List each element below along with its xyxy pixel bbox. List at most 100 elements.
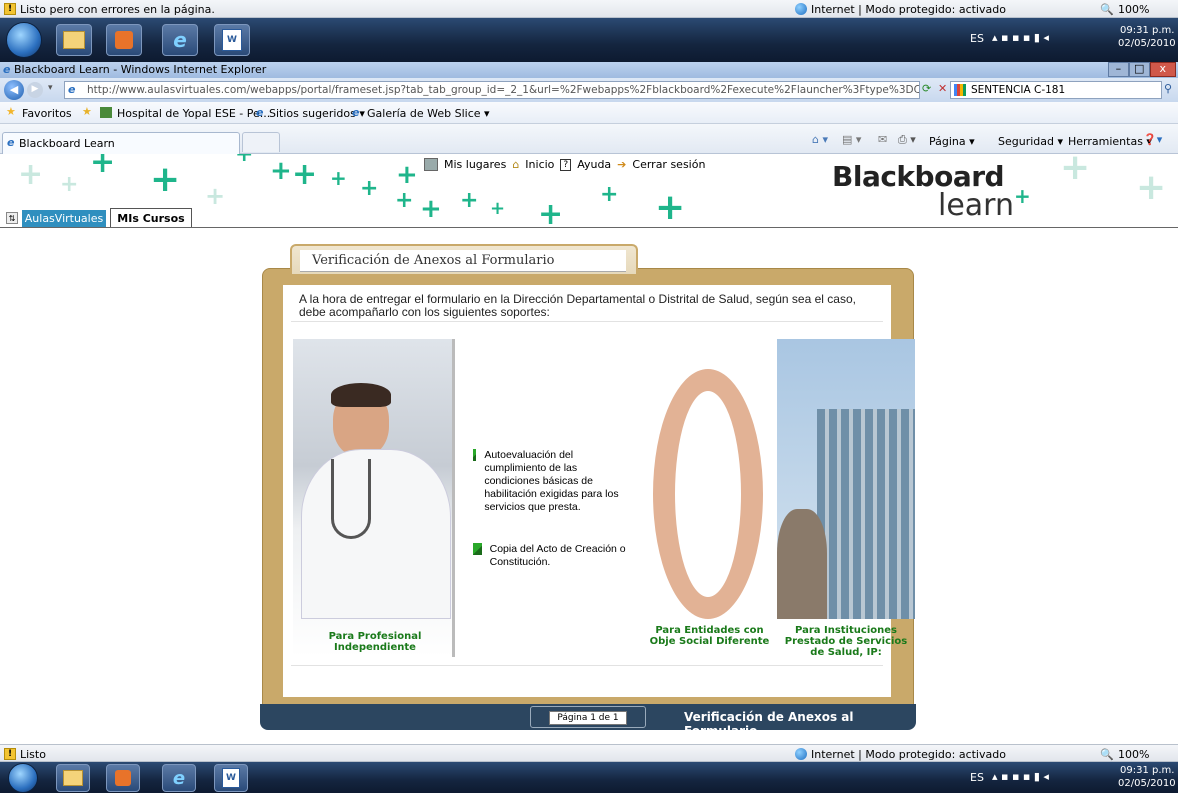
favorites-button[interactable]: Favoritos: [22, 107, 72, 120]
status-text: Listo pero con errores en la página.: [20, 3, 215, 16]
tab-mis-cursos[interactable]: MIs Cursos: [110, 208, 192, 228]
warning-icon[interactable]: !: [4, 3, 16, 15]
search-provider-icon: [954, 84, 966, 96]
favorite-link-suggested[interactable]: Sitios sugeridos ▾: [269, 107, 365, 120]
tab-aulas-virtuales[interactable]: AulasVirtuales: [22, 210, 106, 228]
lesson-title: Verificación de Anexos al Formulario: [312, 253, 555, 268]
zoom-level[interactable]: 100%: [1118, 3, 1149, 16]
ie-icon: e: [173, 28, 187, 52]
doctor-photo: [293, 339, 455, 657]
minimize-button[interactable]: –: [1108, 62, 1129, 77]
clock-date[interactable]: 02/05/2010: [1118, 778, 1176, 789]
search-input[interactable]: SENTENCIA C-181: [971, 84, 1065, 96]
home-link-icon: ⌂: [512, 158, 520, 171]
status-text: Listo: [20, 748, 46, 761]
folder-icon: [63, 770, 83, 786]
bullet-item-2: Copia del Acto de Creación o Constitució…: [473, 543, 633, 569]
menu-herramientas[interactable]: Herramientas ▾: [1068, 135, 1152, 148]
ie-button[interactable]: e: [162, 24, 198, 56]
language-indicator[interactable]: ES: [970, 771, 984, 784]
zoom-icon[interactable]: 🔍: [1100, 3, 1114, 16]
tab-mis-cursos-label: MIs Cursos: [117, 212, 185, 225]
favorite-link-hospital[interactable]: Hospital de Yopal ESE - Pe...: [117, 107, 270, 120]
menu-pagina[interactable]: Página ▾: [929, 135, 975, 148]
back-button[interactable]: ◀: [4, 80, 24, 100]
new-tab-button[interactable]: [242, 132, 280, 152]
recent-pages-icon[interactable]: ▾: [48, 83, 53, 93]
link-mis-lugares[interactable]: Mis lugares: [444, 158, 506, 171]
tab-bar: e Blackboard Learn ⌂ ▾ ▤ ▾ ✉ ⎙ ▾ Página …: [0, 124, 1178, 154]
search-box[interactable]: SENTENCIA C-181: [950, 81, 1162, 99]
pager-frame: Página 1 de 1: [530, 706, 646, 728]
zone-text: Internet | Modo protegido: activado: [811, 3, 1006, 16]
bb-header: + + + + + + + + + + + + + + + + + + + + …: [0, 154, 1178, 228]
folder-icon: [63, 31, 85, 49]
zoom-icon[interactable]: 🔍: [1100, 748, 1114, 761]
tree-shape: [777, 509, 827, 619]
close-button[interactable]: x: [1149, 62, 1176, 77]
ie-button[interactable]: e: [162, 764, 196, 792]
hands-ring: [653, 369, 763, 619]
zoom-level[interactable]: 100%: [1118, 748, 1149, 761]
word-button[interactable]: W: [214, 24, 250, 56]
ie-icon: e: [172, 767, 186, 789]
feeds-icon[interactable]: ▤ ▾: [842, 133, 861, 146]
help-icon[interactable]: ❓▾: [1143, 133, 1162, 146]
ie-small-icon: e: [3, 63, 11, 76]
word-button[interactable]: W: [214, 764, 248, 792]
footer-title: Verificación de Anexos al Formulario: [684, 710, 854, 738]
window-controls: – □ x: [1108, 62, 1176, 77]
tray-icons[interactable]: ▴ ▪ ▪ ▪ ▮ ◂: [992, 770, 1049, 783]
start-button[interactable]: [6, 22, 42, 58]
stop-icon[interactable]: ✕: [938, 82, 947, 95]
tab-blackboard[interactable]: e Blackboard Learn: [2, 132, 240, 154]
zone-text: Internet | Modo protegido: activado: [811, 748, 1006, 761]
link-cerrar-sesion[interactable]: Cerrar sesión: [632, 158, 705, 171]
print-icon[interactable]: ⎙ ▾: [898, 133, 916, 147]
building-photo: [777, 339, 915, 619]
media-button[interactable]: [106, 764, 140, 792]
maximize-button[interactable]: □: [1128, 62, 1150, 77]
address-bar[interactable]: e http://www.aulasvirtuales.com/webapps/…: [64, 81, 920, 99]
clock-date[interactable]: 02/05/2010: [1118, 38, 1176, 49]
brand-plus-icon: +: [1014, 184, 1031, 208]
add-favorite-icon[interactable]: ★: [82, 105, 92, 118]
help-link-icon: ?: [560, 158, 572, 171]
start-button[interactable]: [8, 763, 38, 793]
clock-time[interactable]: 09:31 p.m.: [1120, 25, 1174, 36]
pager-button[interactable]: Página 1 de 1: [549, 711, 627, 725]
link-ayuda[interactable]: Ayuda: [577, 158, 611, 171]
window-title: Blackboard Learn - Windows Internet Expl…: [14, 63, 267, 76]
refresh-icon[interactable]: ⟳: [922, 82, 931, 95]
search-icon[interactable]: ⚲: [1164, 82, 1172, 95]
doctor-hair: [331, 383, 391, 407]
play-icon: [115, 770, 131, 786]
explorer-button[interactable]: [56, 764, 90, 792]
expand-icon[interactable]: ⇅: [6, 212, 18, 224]
doctor-coat: [301, 449, 451, 619]
caption-profesional: Para Profesional Independiente: [328, 631, 422, 653]
taskbar-top: e W ES ▴ ▪ ▪ ▪ ▮ ◂ 09:31 p.m. 02/05/2010: [0, 18, 1178, 62]
home-icon[interactable]: ⌂ ▾: [812, 133, 828, 146]
explorer-button[interactable]: [56, 24, 92, 56]
media-button[interactable]: [106, 24, 142, 56]
content-divider: [291, 665, 883, 666]
mail-icon[interactable]: ✉: [878, 133, 887, 146]
warning-icon[interactable]: !: [4, 748, 16, 760]
language-indicator[interactable]: ES: [970, 32, 984, 45]
globe-icon: [795, 748, 807, 760]
brand-learn: learn: [938, 188, 1014, 223]
play-icon: [115, 31, 133, 49]
places-icon: [424, 158, 438, 171]
forward-button[interactable]: ▶: [27, 82, 43, 98]
top-status-bar: ! Listo pero con errores en la página. I…: [0, 0, 1178, 18]
menu-seguridad[interactable]: Seguridad ▾: [998, 135, 1063, 148]
address-url[interactable]: http://www.aulasvirtuales.com/webapps/po…: [87, 84, 919, 96]
favorite-link-webslice[interactable]: Galería de Web Slice ▾: [367, 107, 490, 120]
tray-icons[interactable]: ▴ ▪ ▪ ▪ ▮ ◂: [992, 31, 1049, 44]
page-icon: e: [68, 83, 76, 96]
link-inicio[interactable]: Inicio: [525, 158, 554, 171]
bullet-icon: [473, 543, 482, 555]
lesson-footer: Página 1 de 1 Verificación de Anexos al …: [260, 704, 916, 738]
clock-time[interactable]: 09:31 p.m.: [1120, 765, 1174, 776]
